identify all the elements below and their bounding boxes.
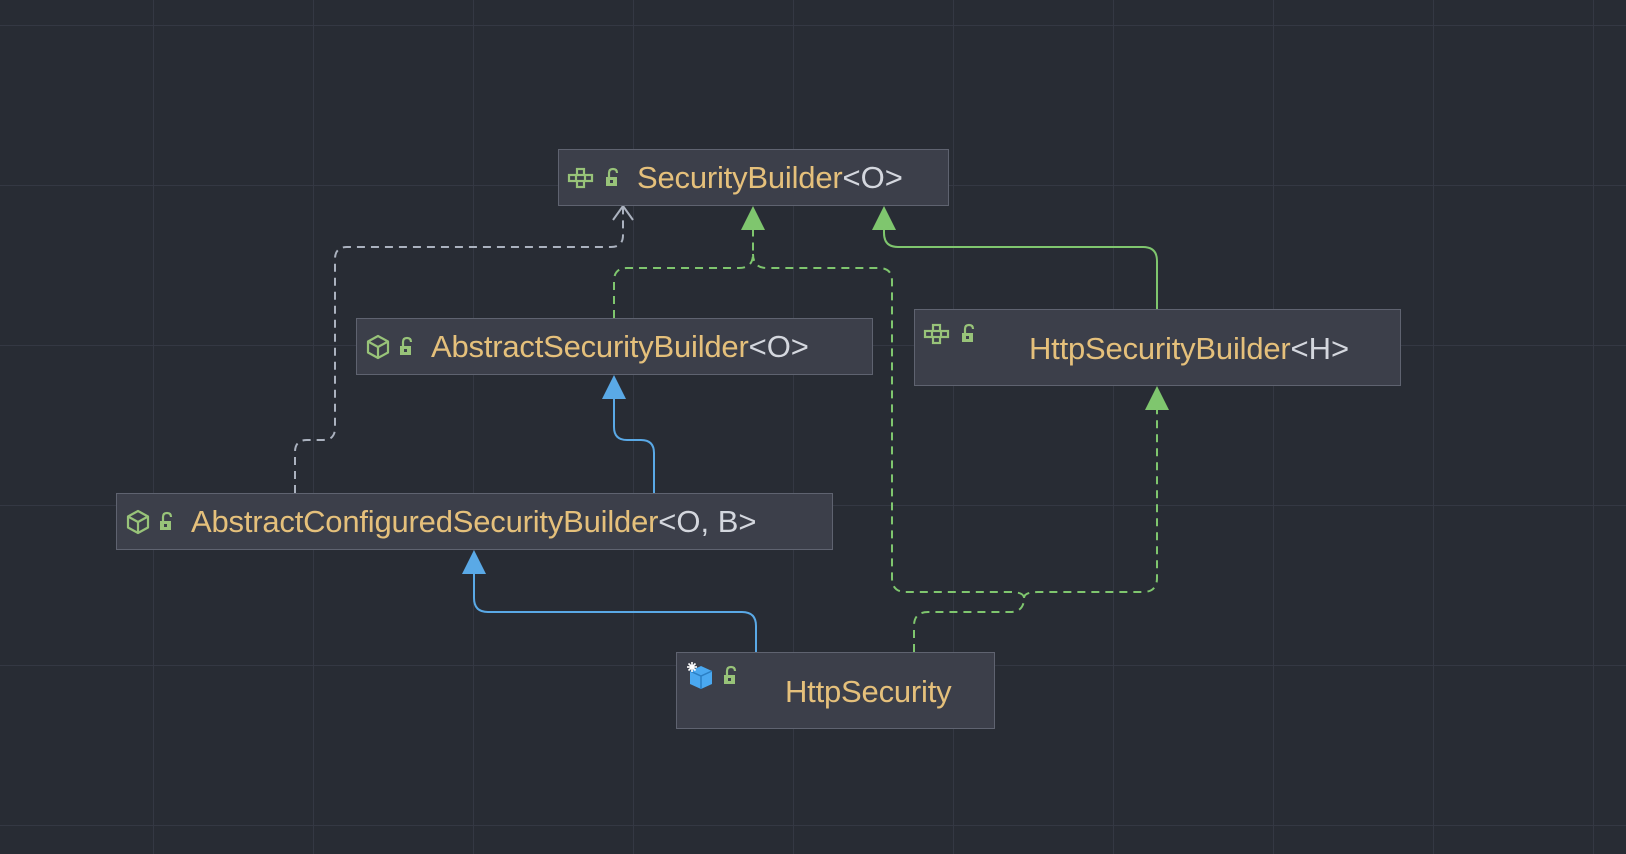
node-securitybuilder[interactable]: SecurityBuilder <O>: [558, 149, 949, 206]
interface-icon: [567, 166, 597, 190]
edge-implements-arrowhead: [741, 206, 765, 230]
node-name: AbstractSecurityBuilder: [431, 328, 749, 364]
node-name: AbstractConfiguredSecurityBuilder: [191, 503, 659, 539]
edge-implements-hsb-arrowhead: [1145, 386, 1169, 410]
edge-extends-arrowhead: [872, 206, 896, 230]
node-httpsecurity[interactable]: HttpSecurity: [676, 652, 995, 729]
edge-extends-hs-to-acsb: [473, 574, 757, 652]
interface-icon: [923, 322, 953, 346]
node-name: HttpSecurity: [785, 673, 952, 709]
node-generic: <O, B>: [658, 503, 757, 539]
edge-extends-blue-arrowhead-2: [462, 550, 486, 574]
unlocked-icon: [397, 336, 417, 358]
node-generic: <O>: [748, 328, 809, 364]
node-abstractconfiguredsecuritybuilder[interactable]: AbstractConfiguredSecurityBuilder <O, B>: [116, 493, 833, 550]
final-class-icon: [685, 661, 715, 691]
node-name: SecurityBuilder: [637, 159, 843, 195]
abstract-class-icon: [365, 334, 391, 360]
unlocked-icon: [157, 511, 177, 533]
diagram-canvas[interactable]: SecurityBuilder <O> AbstractSecurityBuild…: [0, 0, 1626, 854]
abstract-class-icon: [125, 509, 151, 535]
unlocked-icon: [721, 665, 741, 687]
unlocked-icon: [603, 167, 623, 189]
edge-implements-asb-to-sb: [613, 230, 754, 318]
edge-extends-hsb-to-sb: [883, 230, 1158, 309]
node-generic: <O>: [842, 159, 903, 195]
node-abstractsecuritybuilder[interactable]: AbstractSecurityBuilder <O>: [356, 318, 873, 375]
edge-extends-acsb-to-asb: [613, 399, 655, 493]
unlocked-icon: [959, 323, 979, 345]
edge-extends-blue-arrowhead: [602, 375, 626, 399]
node-generic: <H>: [1290, 330, 1350, 366]
node-name: HttpSecurityBuilder: [1029, 330, 1291, 366]
edge-implements-hs-to-hsb: [1023, 410, 1158, 599]
node-httpsecuritybuilder[interactable]: HttpSecurityBuilder <H>: [914, 309, 1401, 386]
